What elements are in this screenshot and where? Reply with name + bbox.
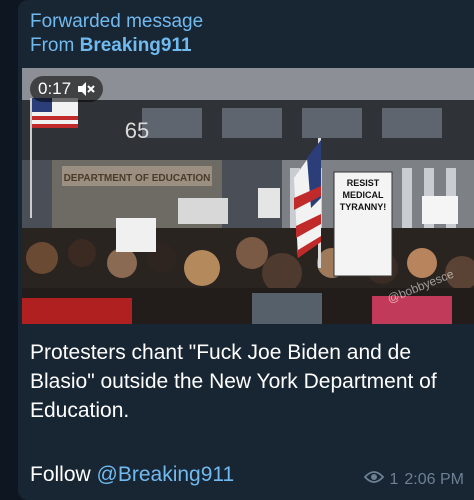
video-frame: 65 DEPARTMENT OF EDUCATION RESIST MEDICA… — [22, 68, 474, 324]
video-player[interactable]: 65 DEPARTMENT OF EDUCATION RESIST MEDICA… — [22, 68, 474, 324]
eye-icon — [363, 470, 384, 489]
forwarded-from[interactable]: From Breaking911 — [30, 34, 203, 58]
video-duration-badge[interactable]: 0:17 — [30, 76, 104, 102]
view-count: 1 — [389, 470, 399, 488]
from-channel-name[interactable]: Breaking911 — [80, 35, 192, 56]
mention-link[interactable]: @Breaking911 — [97, 463, 235, 486]
chat-screen: Forwarded message From Breaking911 65 DE… — [0, 0, 474, 500]
building-sign: DEPARTMENT OF EDUCATION — [64, 173, 211, 184]
forward-header[interactable]: Forwarded message From Breaking911 — [30, 10, 203, 58]
follow-line: Follow @Breaking911 — [30, 460, 234, 489]
message-caption: Protesters chant "Fuck Joe Biden and de … — [30, 341, 437, 422]
video-duration: 0:17 — [38, 79, 72, 98]
protest-sign-line-2: MEDICAL — [343, 190, 384, 200]
protest-sign-line-3: TYRANNY! — [340, 202, 387, 212]
follow-prefix: Follow — [30, 463, 91, 486]
building-number: 65 — [125, 118, 149, 143]
from-prefix: From — [30, 35, 75, 56]
muted-speaker-icon[interactable] — [77, 81, 95, 97]
forwarded-label: Forwarded message — [30, 11, 204, 32]
protest-sign-line-1: RESIST — [347, 178, 380, 188]
message-time: 2:06 PM — [404, 470, 464, 488]
message-meta: 1 2:06 PM — [363, 470, 464, 489]
